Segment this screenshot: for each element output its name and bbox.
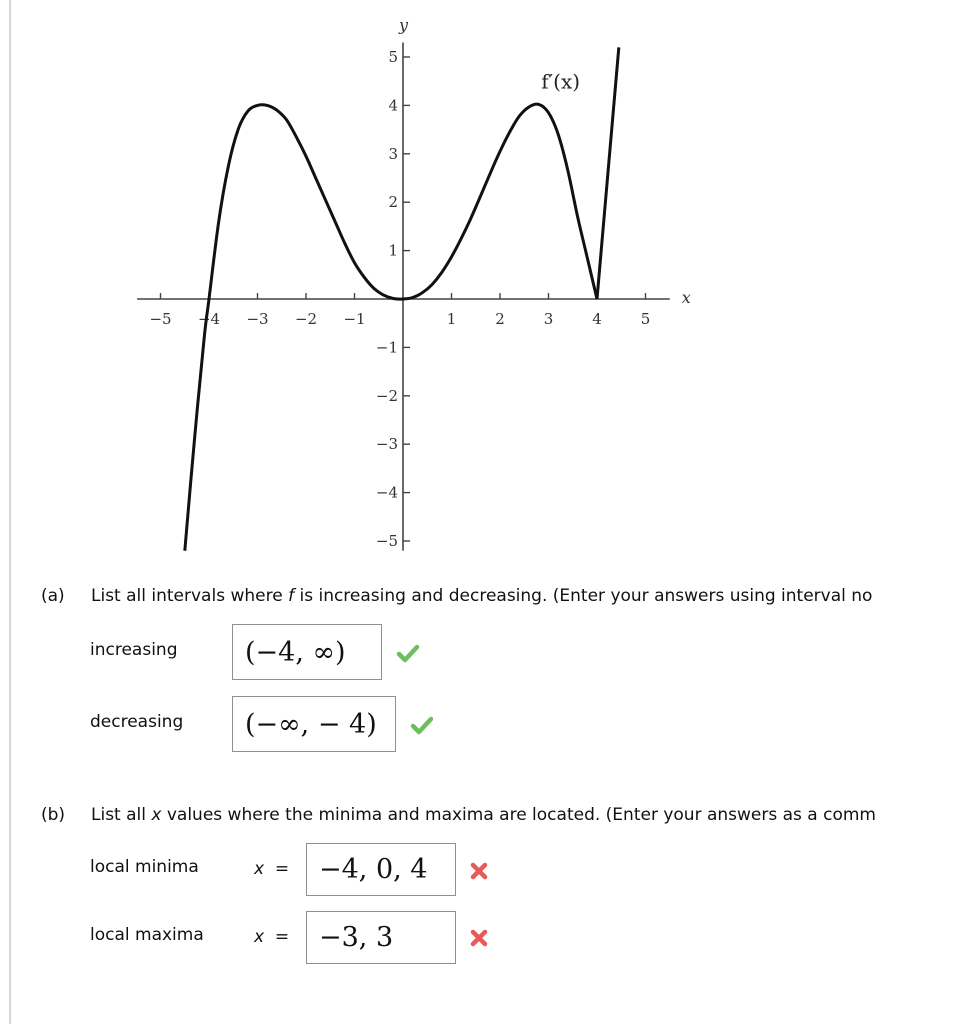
curve-label: f′(x) — [541, 69, 580, 93]
x-tick-label: −3 — [246, 310, 268, 328]
local-minima-answer-field[interactable]: −4, 0, 4 — [306, 843, 456, 896]
y-tick-label: −4 — [376, 484, 398, 502]
curve-fprime-right-branch — [595, 47, 621, 300]
x-tick-label: 1 — [447, 310, 457, 328]
question-a-number: (a) — [41, 586, 65, 606]
derivative-graph: −5 −4 −3 −2 −1 1 2 3 4 5 5 4 3 2 1 −1 −2 −3 −4 −5 x y f′(x) — [137, 15, 691, 551]
x-tick-label: −5 — [149, 310, 171, 328]
question-a-suffix: is increasing and decreasing. (Enter you… — [294, 586, 873, 606]
x-tick-label: 3 — [544, 310, 554, 328]
question-b-suffix: values where the minima and maxima are l… — [161, 805, 876, 825]
x-var: x — [254, 927, 265, 947]
x-axis-label: x — [682, 288, 691, 307]
x-mark-icon — [470, 929, 488, 947]
x-tick-label: −4 — [198, 310, 220, 328]
local-minima-x-equals: x = — [254, 859, 289, 879]
y-tick-label: 2 — [388, 193, 398, 211]
y-tick-label: 5 — [388, 48, 398, 66]
y-tick-label: 4 — [388, 96, 398, 114]
local-maxima-x-equals: x = — [254, 927, 289, 947]
y-tick-label: 1 — [388, 242, 398, 260]
x-tick-label: 4 — [592, 310, 602, 328]
question-b: (b) List all x values where the minima an… — [41, 805, 876, 825]
question-b-number: (b) — [41, 805, 66, 825]
y-tick-label: −1 — [376, 338, 398, 356]
x-mark-icon — [470, 862, 488, 880]
x-tick-label: −2 — [295, 310, 317, 328]
checkmark-icon — [396, 644, 420, 663]
equals-sign: = — [274, 927, 290, 947]
decreasing-label: decreasing — [90, 712, 184, 732]
question-b-prefix: List all — [91, 805, 152, 825]
equals-sign: = — [274, 859, 290, 879]
axes — [137, 42, 670, 551]
decreasing-answer-field[interactable]: (−∞, − 4) — [232, 696, 396, 752]
question-a: (a) List all intervals where f is increas… — [41, 586, 872, 606]
local-minima-label: local minima — [90, 857, 199, 877]
y-tick-label: −3 — [376, 435, 398, 453]
local-maxima-answer-field[interactable]: −3, 3 — [306, 911, 456, 964]
increasing-label: increasing — [90, 640, 178, 660]
increasing-answer-field[interactable]: (−4, ∞) — [232, 624, 382, 680]
question-b-var: x — [151, 805, 162, 825]
x-tick-label: −1 — [343, 310, 365, 328]
x-var: x — [254, 859, 265, 879]
local-maxima-label: local maxima — [90, 925, 204, 945]
x-tick-label: 5 — [641, 310, 651, 328]
checkmark-icon — [410, 716, 434, 735]
question-a-prefix: List all intervals where — [91, 586, 289, 606]
y-tick-label: −5 — [376, 532, 398, 550]
y-tick-label: 3 — [388, 145, 398, 163]
x-tick-label: 2 — [495, 310, 505, 328]
y-tick-label: −2 — [376, 387, 398, 405]
y-axis-label: y — [398, 15, 409, 34]
